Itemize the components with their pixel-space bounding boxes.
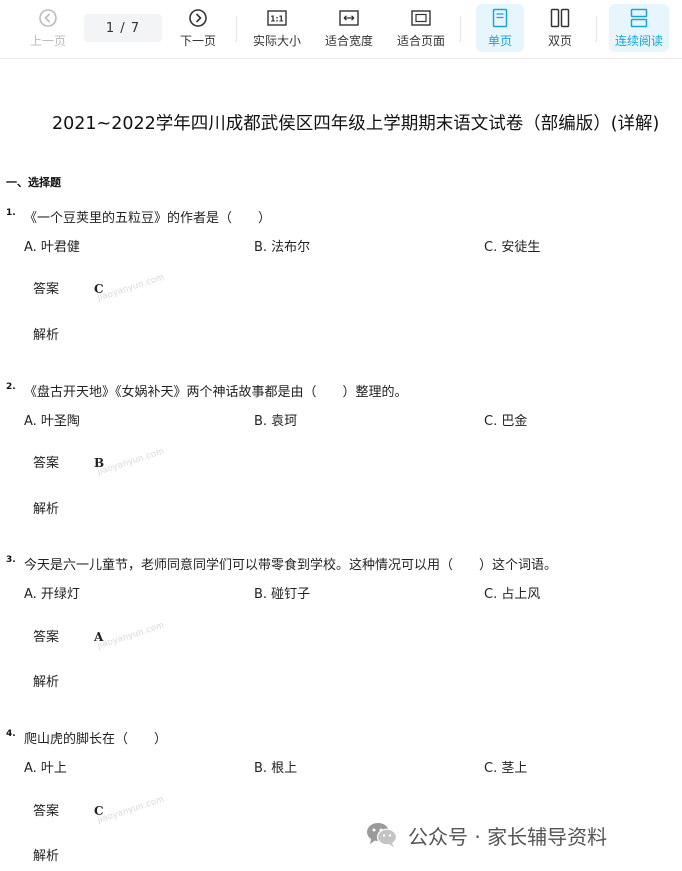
document-title: 2021~2022学年四川成都武侯区四年级上学期期末语文试卷（部编版）(详解) bbox=[52, 114, 660, 134]
actual-size-label: 实际大小 bbox=[252, 34, 301, 48]
analysis-label: 解析 bbox=[33, 849, 60, 864]
question-number: 4. bbox=[6, 729, 16, 739]
wechat-icon bbox=[366, 821, 398, 849]
fit-page-icon bbox=[410, 7, 432, 29]
next-page-label: 下一页 bbox=[179, 34, 216, 48]
watermark: jiaoyanyun.com bbox=[96, 445, 166, 477]
prev-page-label: 上一页 bbox=[29, 34, 66, 48]
answer-label: 答案 bbox=[33, 282, 60, 297]
option-c: C. 巴金 bbox=[484, 414, 528, 429]
analysis-label: 解析 bbox=[33, 502, 60, 517]
option-b: B. 根上 bbox=[254, 761, 298, 776]
question-number: 1. bbox=[6, 208, 16, 218]
toolbar-divider bbox=[460, 16, 461, 42]
double-page-button[interactable]: 双页 bbox=[536, 4, 584, 52]
continuous-reading-button[interactable]: 连续阅读 bbox=[609, 4, 669, 52]
question-text: 《盘古开天地》《女娲补天》两个神话故事都是由（ ）整理的。 bbox=[24, 385, 408, 400]
option-a: A. 叶君健 bbox=[24, 240, 80, 255]
option-b: B. 碰钉子 bbox=[254, 587, 311, 602]
toolbar-divider bbox=[596, 16, 597, 42]
question-text: 《一个豆荚里的五粒豆》的作者是（ ） bbox=[24, 211, 272, 226]
chevron-right-circle-icon bbox=[187, 7, 209, 29]
double-page-label: 双页 bbox=[547, 34, 572, 48]
option-a: A. 叶圣陶 bbox=[24, 414, 80, 429]
question-number: 3. bbox=[6, 555, 16, 565]
option-c: C. 安徒生 bbox=[484, 240, 541, 255]
option-c: C. 茎上 bbox=[484, 761, 528, 776]
fit-width-icon bbox=[338, 7, 360, 29]
watermark: jiaoyanyun.com bbox=[96, 271, 166, 303]
chevron-left-circle-icon bbox=[37, 7, 59, 29]
wechat-watermark: 公众号 · 家长辅导资料 bbox=[366, 818, 607, 852]
answer-label: 答案 bbox=[33, 630, 60, 645]
single-page-label: 单页 bbox=[487, 34, 512, 48]
watermark: jiaoyanyun.com bbox=[96, 793, 166, 825]
analysis-label: 解析 bbox=[33, 675, 60, 690]
section-heading: 一、选择题 bbox=[6, 176, 61, 189]
analysis-label: 解析 bbox=[33, 328, 60, 343]
continuous-reading-label: 连续阅读 bbox=[614, 34, 663, 48]
actual-size-button[interactable]: 1:1 实际大小 bbox=[250, 4, 304, 52]
option-b: B. 袁珂 bbox=[254, 414, 298, 429]
single-page-icon bbox=[489, 7, 511, 29]
answer-label: 答案 bbox=[33, 804, 60, 819]
option-a: A. 开绿灯 bbox=[24, 587, 80, 602]
fit-width-button[interactable]: 适合宽度 bbox=[322, 4, 376, 52]
page-number-input[interactable]: 1 / 7 bbox=[84, 14, 162, 42]
question-number: 2. bbox=[6, 382, 16, 392]
toolbar-divider bbox=[236, 16, 237, 42]
actual-size-icon: 1:1 bbox=[266, 7, 288, 29]
answer-label: 答案 bbox=[33, 456, 60, 471]
watermark: jiaoyanyun.com bbox=[96, 619, 166, 651]
fit-page-button[interactable]: 适合页面 bbox=[394, 4, 448, 52]
continuous-reading-icon bbox=[628, 7, 650, 29]
double-page-icon bbox=[549, 7, 571, 29]
question-text: 今天是六一儿童节，老师同意同学们可以带零食到学校。这种情况可以用（ ）这个词语。 bbox=[24, 558, 558, 573]
fit-page-label: 适合页面 bbox=[396, 34, 445, 48]
pdf-toolbar: 上一页 1 / 7 下一页 1:1 实际大小 适合宽度 适合页面 单页 双页 连… bbox=[0, 0, 682, 59]
question-text: 爬山虎的脚长在（ ） bbox=[24, 732, 168, 747]
single-page-button[interactable]: 单页 bbox=[476, 4, 524, 52]
svg-text:1:1: 1:1 bbox=[270, 15, 283, 24]
option-c: C. 占上风 bbox=[484, 587, 541, 602]
prev-page-button[interactable]: 上一页 bbox=[26, 4, 70, 52]
wechat-account-text: 公众号 · 家长辅导资料 bbox=[408, 824, 608, 849]
fit-width-label: 适合宽度 bbox=[324, 34, 373, 48]
next-page-button[interactable]: 下一页 bbox=[176, 4, 220, 52]
option-a: A. 叶上 bbox=[24, 761, 67, 776]
option-b: B. 法布尔 bbox=[254, 240, 311, 255]
